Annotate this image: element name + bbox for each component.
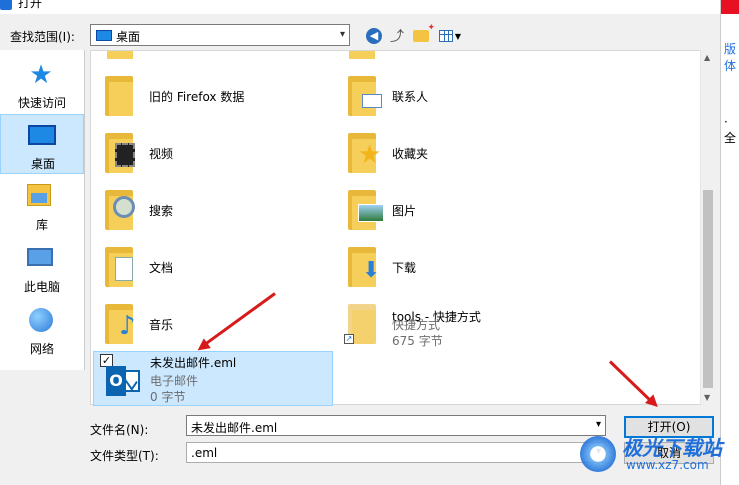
scroll-up-icon[interactable]: ▲ <box>704 53 710 62</box>
title-bar: 打开 <box>0 0 720 14</box>
star-icon: ★ <box>29 60 53 90</box>
place-desktop[interactable]: 桌面 <box>0 114 84 174</box>
file-item-downloads[interactable]: ⬇ 下载 <box>334 237 574 295</box>
file-item-tools-shortcut[interactable]: ↗ tools - 快捷方式 快捷方式 675 字节 <box>334 294 574 352</box>
place-label: 此电脑 <box>23 280 60 294</box>
music-folder-icon: ♪ <box>105 304 136 344</box>
lookin-value: 桌面 <box>116 30 141 44</box>
close-icon[interactable] <box>721 0 739 14</box>
view-menu-button[interactable]: ▼ <box>436 26 464 46</box>
background-window: 版体 ·全 <box>720 0 739 485</box>
file-name: 收藏夹 <box>392 147 429 161</box>
lookin-dropdown[interactable]: 桌面 ▾ <box>90 24 350 46</box>
chevron-down-icon: ▾ <box>339 29 345 40</box>
vertical-scrollbar[interactable]: ▲ ▼ <box>700 50 715 405</box>
scroll-down-icon[interactable]: ▼ <box>704 393 710 402</box>
desktop-icon <box>96 30 112 41</box>
file-name: 视频 <box>149 147 174 161</box>
file-name: 旧的 Firefox 数据 <box>149 90 245 104</box>
back-button[interactable]: ◀ <box>365 26 383 46</box>
place-label: 网络 <box>29 342 54 356</box>
new-folder-button[interactable] <box>410 23 435 46</box>
place-library[interactable]: 库 <box>0 176 84 236</box>
file-type: 电子邮件 <box>150 374 199 388</box>
file-name: 联系人 <box>392 90 429 104</box>
file-item-contacts[interactable]: 联系人 <box>334 66 574 124</box>
desktop-icon <box>28 123 56 149</box>
file-size: 675 字节 <box>392 334 443 348</box>
view-menu-icon <box>438 30 453 42</box>
filetype-label: 文件类型(T): <box>90 449 159 463</box>
watermark: 极光下载站 www.xz7.com <box>580 432 730 482</box>
contacts-folder-icon <box>348 76 382 116</box>
shortcut-folder-icon: ↗ <box>344 304 376 344</box>
app-icon <box>0 0 12 10</box>
file-name: 音乐 <box>149 318 174 332</box>
shortcut-arrow-icon: ↗ <box>344 334 354 344</box>
chevron-down-icon[interactable]: ▾ <box>596 419 601 430</box>
file-item-firefox-data[interactable]: 旧的 Firefox 数据 <box>91 66 331 124</box>
filename-value: 未发出邮件.eml <box>191 421 278 435</box>
filename-label: 文件名(N): <box>90 423 149 437</box>
folder-icon <box>105 76 133 116</box>
file-item-videos[interactable]: 视频 <box>91 123 331 181</box>
back-icon: ◀ <box>366 28 382 44</box>
file-name: 文档 <box>149 261 174 275</box>
outlook-icon: O <box>106 366 140 396</box>
network-icon <box>27 308 55 334</box>
background-text-2: ·全 <box>724 115 737 145</box>
up-folder-icon: ⤴ <box>390 29 404 45</box>
filetype-select[interactable]: .eml ▾ <box>186 442 606 463</box>
place-label: 桌面 <box>30 157 55 171</box>
file-name: 搜索 <box>149 204 174 218</box>
favorites-folder-icon: ★ <box>348 133 381 173</box>
searches-folder-icon <box>105 190 135 230</box>
file-type: 快捷方式 <box>392 318 441 332</box>
place-label: 快速访问 <box>17 96 66 110</box>
file-item-favorites[interactable]: ★ 收藏夹 <box>334 123 574 181</box>
file-list[interactable]: 旧的 Firefox 数据 联系人 视频 ★ 收藏夹 搜索 图片 文档 ⬇ 下载… <box>90 50 715 406</box>
watermark-url: www.xz7.com <box>626 458 709 472</box>
downloads-folder-icon: ⬇ <box>348 247 380 287</box>
pictures-folder-icon <box>348 190 384 230</box>
file-name: 下载 <box>392 261 417 275</box>
lookin-label: 查找范围(I): <box>10 30 75 44</box>
place-this-pc[interactable]: 此电脑 <box>0 238 84 298</box>
file-item-documents[interactable]: 文档 <box>91 237 331 295</box>
file-name: 未发出邮件.eml <box>150 356 237 370</box>
videos-folder-icon <box>105 133 135 173</box>
filetype-value: .eml <box>191 446 218 460</box>
background-text-1: 版体 <box>724 42 737 73</box>
place-quick-access[interactable]: ★ 快速访问 <box>0 54 84 114</box>
computer-icon <box>27 246 55 272</box>
place-label: 库 <box>35 218 48 232</box>
file-item-pictures[interactable]: 图片 <box>334 180 574 238</box>
file-name: 图片 <box>392 204 417 218</box>
file-size: 0 字节 <box>150 390 186 404</box>
places-bar: ★ 快速访问 桌面 库 此电脑 网络 <box>0 50 85 370</box>
folder-icon <box>349 51 375 59</box>
file-item-music[interactable]: ♪ 音乐 <box>91 294 331 352</box>
place-network[interactable]: 网络 <box>0 300 84 360</box>
documents-folder-icon <box>105 247 133 287</box>
new-folder-icon <box>413 23 435 42</box>
folder-icon <box>107 51 133 59</box>
chevron-down-icon: ▼ <box>454 31 462 41</box>
up-folder-button[interactable]: ⤴ <box>388 26 406 46</box>
scrollbar-thumb[interactable] <box>703 190 713 388</box>
file-item-eml-selected[interactable]: ✓ O 未发出邮件.eml 电子邮件 0 字节 <box>93 351 333 406</box>
file-item-searches[interactable]: 搜索 <box>91 180 331 238</box>
library-icon <box>27 184 55 210</box>
watermark-title: 极光下载站 <box>622 436 722 460</box>
watermark-logo-icon <box>580 436 616 472</box>
filename-input[interactable]: 未发出邮件.eml ▾ <box>186 415 606 436</box>
window-title: 打开 <box>18 0 43 10</box>
